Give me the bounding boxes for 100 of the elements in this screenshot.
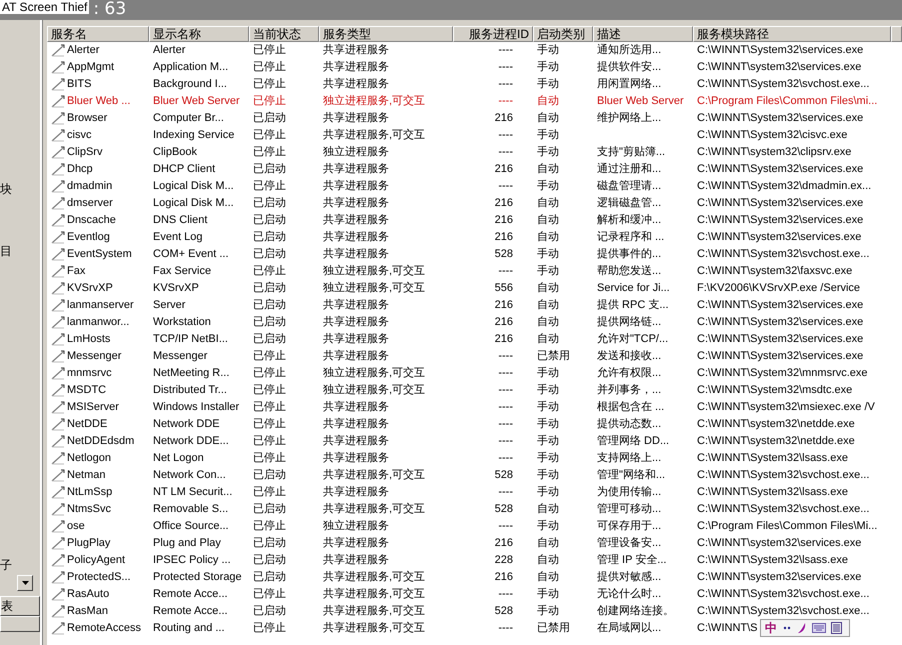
service-name-cell: Fax bbox=[67, 264, 86, 279]
status-cell: 已停止 bbox=[253, 94, 286, 109]
description-cell: 无论什么时... bbox=[597, 587, 662, 602]
startup-type-cell: 手动 bbox=[537, 519, 559, 534]
service-icon bbox=[51, 367, 65, 380]
column-header[interactable]: 描述 bbox=[593, 26, 693, 42]
service-type-cell: 共享进程服务,可交互 bbox=[323, 570, 426, 585]
column-header[interactable]: 启动类别 bbox=[533, 26, 593, 42]
startup-type-cell: 已禁用 bbox=[537, 349, 570, 364]
display-name-cell: Network DDE... bbox=[153, 434, 229, 449]
input-mode-toggle[interactable]: 中 bbox=[765, 620, 777, 636]
service-type-cell: 共享进程服务,可交互 bbox=[323, 621, 426, 636]
process-id-cell: ---- bbox=[498, 451, 513, 466]
moon-icon[interactable] bbox=[797, 622, 807, 634]
status-cell: 已启动 bbox=[253, 247, 286, 262]
service-icon bbox=[51, 95, 65, 108]
panel-button[interactable]: 表 bbox=[0, 596, 40, 616]
column-header[interactable]: 服务名 bbox=[47, 26, 149, 42]
display-name-cell: Net Logon bbox=[153, 451, 204, 466]
dropdown-button[interactable] bbox=[17, 575, 33, 591]
service-type-cell: 共享进程服务 bbox=[323, 553, 389, 568]
service-name-cell: PolicyAgent bbox=[67, 553, 126, 568]
process-id-cell: ---- bbox=[498, 621, 513, 636]
service-icon bbox=[51, 554, 65, 567]
panel-label: 块 bbox=[0, 182, 12, 196]
service-type-cell: 共享进程服务 bbox=[323, 434, 389, 449]
service-type-cell: 独立进程服务,可交互 bbox=[323, 383, 426, 398]
description-cell: 通过注册和... bbox=[597, 162, 662, 177]
path-cell: C:\WINNT\System32\svchost.exe... bbox=[697, 604, 870, 619]
startup-type-cell: 自动 bbox=[537, 553, 559, 568]
display-name-cell: Background I... bbox=[153, 77, 227, 92]
column-header[interactable]: 服务模块路径 bbox=[693, 26, 891, 42]
display-name-cell: NetMeeting R... bbox=[153, 366, 230, 381]
description-cell: 提供动态数... bbox=[597, 417, 662, 432]
service-icon bbox=[51, 316, 65, 329]
display-name-cell: Logical Disk M... bbox=[153, 196, 234, 211]
service-type-cell: 共享进程服务 bbox=[323, 60, 389, 75]
startup-type-cell: 自动 bbox=[537, 281, 559, 296]
display-name-cell: TCP/IP NetBI... bbox=[153, 332, 228, 347]
status-cell: 已启动 bbox=[253, 332, 286, 347]
startup-type-cell: 手动 bbox=[537, 179, 559, 194]
description-cell: Bluer Web Server bbox=[597, 94, 684, 109]
service-type-cell: 共享进程服务 bbox=[323, 213, 389, 228]
keyboard-icon[interactable] bbox=[812, 623, 826, 633]
display-name-cell: Event Log bbox=[153, 230, 203, 245]
process-id-cell: 216 bbox=[494, 196, 513, 211]
service-name-cell: Browser bbox=[67, 111, 108, 126]
menu-icon[interactable] bbox=[831, 622, 842, 634]
description-cell: Service for Ji... bbox=[597, 281, 670, 296]
service-type-cell: 独立进程服务,可交互 bbox=[323, 264, 426, 279]
display-name-cell: Server bbox=[153, 298, 186, 313]
display-name-cell: Computer Br... bbox=[153, 111, 224, 126]
service-type-cell: 共享进程服务 bbox=[323, 485, 389, 500]
service-icon bbox=[51, 146, 65, 159]
display-name-cell: DHCP Client bbox=[153, 162, 216, 177]
service-type-cell: 共享进程服务 bbox=[323, 332, 389, 347]
startup-type-cell: 手动 bbox=[537, 366, 559, 381]
service-type-cell: 共享进程服务 bbox=[323, 230, 389, 245]
startup-type-cell: 自动 bbox=[537, 111, 559, 126]
column-header[interactable]: 服务类型 bbox=[319, 26, 453, 42]
status-cell: 已停止 bbox=[253, 366, 286, 381]
service-type-cell: 共享进程服务 bbox=[323, 196, 389, 211]
startup-type-cell: 已禁用 bbox=[537, 621, 570, 636]
service-icon bbox=[51, 384, 65, 397]
status-cell: 已停止 bbox=[253, 434, 286, 449]
panel-button[interactable] bbox=[0, 616, 40, 632]
column-header[interactable]: 当前状态 bbox=[249, 26, 319, 42]
column-header[interactable] bbox=[891, 26, 902, 42]
status-cell: 已启动 bbox=[253, 468, 286, 483]
column-header[interactable]: 服务进程ID bbox=[453, 26, 533, 42]
service-name-cell: Alerter bbox=[67, 43, 100, 58]
service-type-cell: 共享进程服务,可交互 bbox=[323, 502, 426, 517]
status-cell: 已停止 bbox=[253, 451, 286, 466]
status-cell: 已停止 bbox=[253, 485, 286, 500]
startup-type-cell: 手动 bbox=[537, 264, 559, 279]
status-cell: 已启动 bbox=[253, 502, 286, 517]
description-cell: 用闲置网络... bbox=[597, 77, 662, 92]
startup-type-cell: 手动 bbox=[537, 247, 559, 262]
path-cell: F:\KV2006\KVSrvXP.exe /Service bbox=[697, 281, 860, 296]
startup-type-cell: 手动 bbox=[537, 400, 559, 415]
display-name-cell: ClipBook bbox=[153, 145, 198, 160]
startup-type-cell: 手动 bbox=[537, 128, 559, 143]
display-name-cell: Network DDE bbox=[153, 417, 220, 432]
status-cell: 已启动 bbox=[253, 162, 286, 177]
service-type-cell: 共享进程服务,可交互 bbox=[323, 587, 426, 602]
description-cell: 维护网络上... bbox=[597, 111, 662, 126]
service-name-cell: dmadmin bbox=[67, 179, 112, 194]
display-name-cell: Distributed Tr... bbox=[153, 383, 227, 398]
process-id-cell: ---- bbox=[498, 94, 513, 109]
service-icon bbox=[51, 622, 65, 635]
path-cell: C:\WINNT\system32\services.exe bbox=[697, 536, 862, 551]
service-type-cell: 独立进程服务,可交互 bbox=[323, 366, 426, 381]
path-cell: C:\WINNT\system32\netdde.exe bbox=[697, 434, 855, 449]
description-cell: 管理网络 DD... bbox=[597, 434, 670, 449]
path-cell: C:\WINNT\system32\services.exe bbox=[697, 60, 862, 75]
path-cell: C:\WINNT\System32\lsass.exe bbox=[697, 553, 848, 568]
display-name-cell: Workstation bbox=[153, 315, 211, 330]
process-id-cell: 216 bbox=[494, 536, 513, 551]
column-header[interactable]: 显示名称 bbox=[149, 26, 249, 42]
service-type-cell: 独立进程服务,可交互 bbox=[323, 94, 426, 109]
